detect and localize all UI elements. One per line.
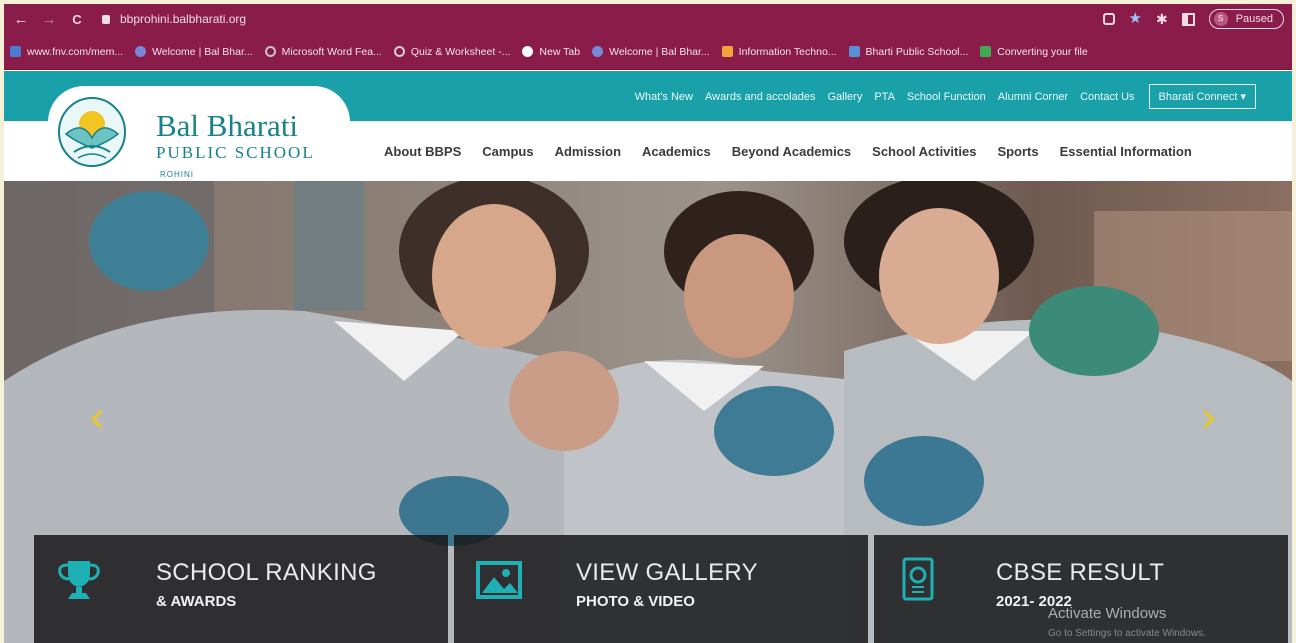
carousel-prev-button[interactable]: ‹ bbox=[88, 396, 106, 440]
utility-nav: What's New Awards and accolades Gallery … bbox=[635, 84, 1256, 109]
carousel-next-button[interactable]: › bbox=[1200, 396, 1218, 440]
bookmark-favicon-icon bbox=[592, 46, 604, 57]
view-gallery-card[interactable]: VIEW GALLERY PHOTO & VIDEO bbox=[454, 535, 868, 643]
bookmark-favicon-icon bbox=[848, 46, 860, 57]
activate-windows-subtext: Go to Settings to activate Windows. bbox=[1048, 628, 1206, 639]
nav-sports[interactable]: Sports bbox=[997, 144, 1038, 159]
school-emblem-icon bbox=[58, 97, 126, 167]
nav-campus[interactable]: Campus bbox=[482, 144, 533, 159]
bharati-connect-button[interactable]: Bharati Connect ▾ bbox=[1148, 84, 1256, 109]
bookmark-item[interactable]: www.fnv.com/mem... bbox=[10, 46, 123, 58]
site-logo[interactable]: Bal Bharati PUBLIC SCHOOL ROHINI bbox=[48, 86, 350, 181]
back-button[interactable]: ← bbox=[10, 11, 32, 28]
trophy-icon bbox=[58, 561, 100, 599]
bookmark-item[interactable]: Welcome | Bal Bhar... bbox=[592, 46, 710, 58]
nav-contact-us[interactable]: Contact Us bbox=[1080, 91, 1134, 103]
logo-location: ROHINI bbox=[160, 170, 194, 179]
card-subtitle: PHOTO & VIDEO bbox=[576, 593, 695, 610]
certificate-icon bbox=[902, 557, 934, 601]
url-text: bbprohini.balbharati.org bbox=[120, 12, 247, 26]
nav-alumni-corner[interactable]: Alumni Corner bbox=[998, 91, 1068, 103]
school-ranking-card[interactable]: SCHOOL RANKING & AWARDS bbox=[34, 535, 448, 643]
bookmark-item[interactable]: Welcome | Bal Bhar... bbox=[135, 46, 253, 58]
forward-button[interactable]: → bbox=[38, 11, 60, 28]
bookmark-item[interactable]: Quiz & Worksheet -... bbox=[393, 46, 510, 58]
nav-academics[interactable]: Academics bbox=[642, 144, 711, 159]
bookmark-item[interactable]: Converting your file bbox=[980, 46, 1088, 58]
bookmark-item[interactable]: New Tab bbox=[522, 46, 580, 58]
nav-essential-information[interactable]: Essential Information bbox=[1060, 144, 1192, 159]
bookmark-item[interactable]: Information Techno... bbox=[721, 46, 837, 58]
nav-admission[interactable]: Admission bbox=[555, 144, 621, 159]
card-title: VIEW GALLERY bbox=[576, 559, 758, 586]
logo-subtitle: PUBLIC SCHOOL bbox=[156, 143, 315, 162]
side-panel-icon[interactable] bbox=[1181, 12, 1195, 26]
toolbar-actions: ★ ✱ S Paused bbox=[1102, 9, 1284, 29]
bookmark-item[interactable]: Bharti Public School... bbox=[848, 46, 968, 58]
bookmark-favicon-icon bbox=[135, 46, 147, 57]
address-bar[interactable]: bbprohini.balbharati.org bbox=[102, 12, 246, 26]
bookmark-favicon-icon bbox=[721, 46, 733, 57]
nav-gallery[interactable]: Gallery bbox=[827, 91, 862, 103]
logo-title: Bal Bharati bbox=[156, 108, 299, 143]
main-nav: About BBPS Campus Admission Academics Be… bbox=[384, 121, 1192, 181]
profile-button[interactable]: S Paused bbox=[1208, 9, 1284, 29]
bookmarks-bar: www.fnv.com/mem... Welcome | Bal Bhar...… bbox=[4, 34, 1292, 70]
nav-school-function[interactable]: School Function bbox=[907, 91, 986, 103]
nav-school-activities[interactable]: School Activities bbox=[872, 144, 976, 159]
browser-toolbar: ← → C bbprohini.balbharati.org ★ ✱ S Pau… bbox=[4, 4, 1292, 34]
profile-status: Paused bbox=[1235, 13, 1273, 25]
bookmark-item[interactable]: Microsoft Word Fea... bbox=[264, 46, 382, 58]
nav-whats-new[interactable]: What's New bbox=[635, 91, 693, 103]
lock-icon bbox=[102, 14, 110, 24]
image-icon bbox=[476, 561, 522, 599]
bookmark-favicon-icon bbox=[980, 46, 992, 57]
cbse-result-card[interactable]: CBSE RESULT 2021- 2022 bbox=[874, 535, 1288, 643]
bookmark-favicon-icon bbox=[393, 46, 405, 57]
share-icon[interactable] bbox=[1102, 13, 1115, 25]
card-subtitle: & AWARDS bbox=[156, 593, 237, 610]
screen: ← → C bbprohini.balbharati.org ★ ✱ S Pau… bbox=[4, 4, 1292, 643]
hero-cards: SCHOOL RANKING & AWARDS VIEW GALLERY PHO… bbox=[34, 535, 1290, 643]
extensions-icon[interactable]: ✱ bbox=[1156, 12, 1168, 26]
nav-about-bbps[interactable]: About BBPS bbox=[384, 144, 461, 159]
bookmark-star-icon[interactable]: ★ bbox=[1129, 11, 1142, 26]
profile-avatar: S bbox=[1213, 12, 1228, 26]
card-title: SCHOOL RANKING bbox=[156, 559, 377, 586]
activate-windows-watermark: Activate Windows bbox=[1048, 605, 1167, 622]
nav-beyond-academics[interactable]: Beyond Academics bbox=[732, 144, 851, 159]
card-title: CBSE RESULT bbox=[996, 559, 1165, 586]
bookmark-favicon-icon bbox=[264, 46, 276, 57]
bookmark-favicon-icon bbox=[10, 46, 21, 57]
nav-awards[interactable]: Awards and accolades bbox=[705, 91, 815, 103]
bookmark-favicon-icon bbox=[522, 46, 534, 57]
reload-button[interactable]: C bbox=[66, 12, 88, 27]
nav-pta[interactable]: PTA bbox=[874, 91, 895, 103]
